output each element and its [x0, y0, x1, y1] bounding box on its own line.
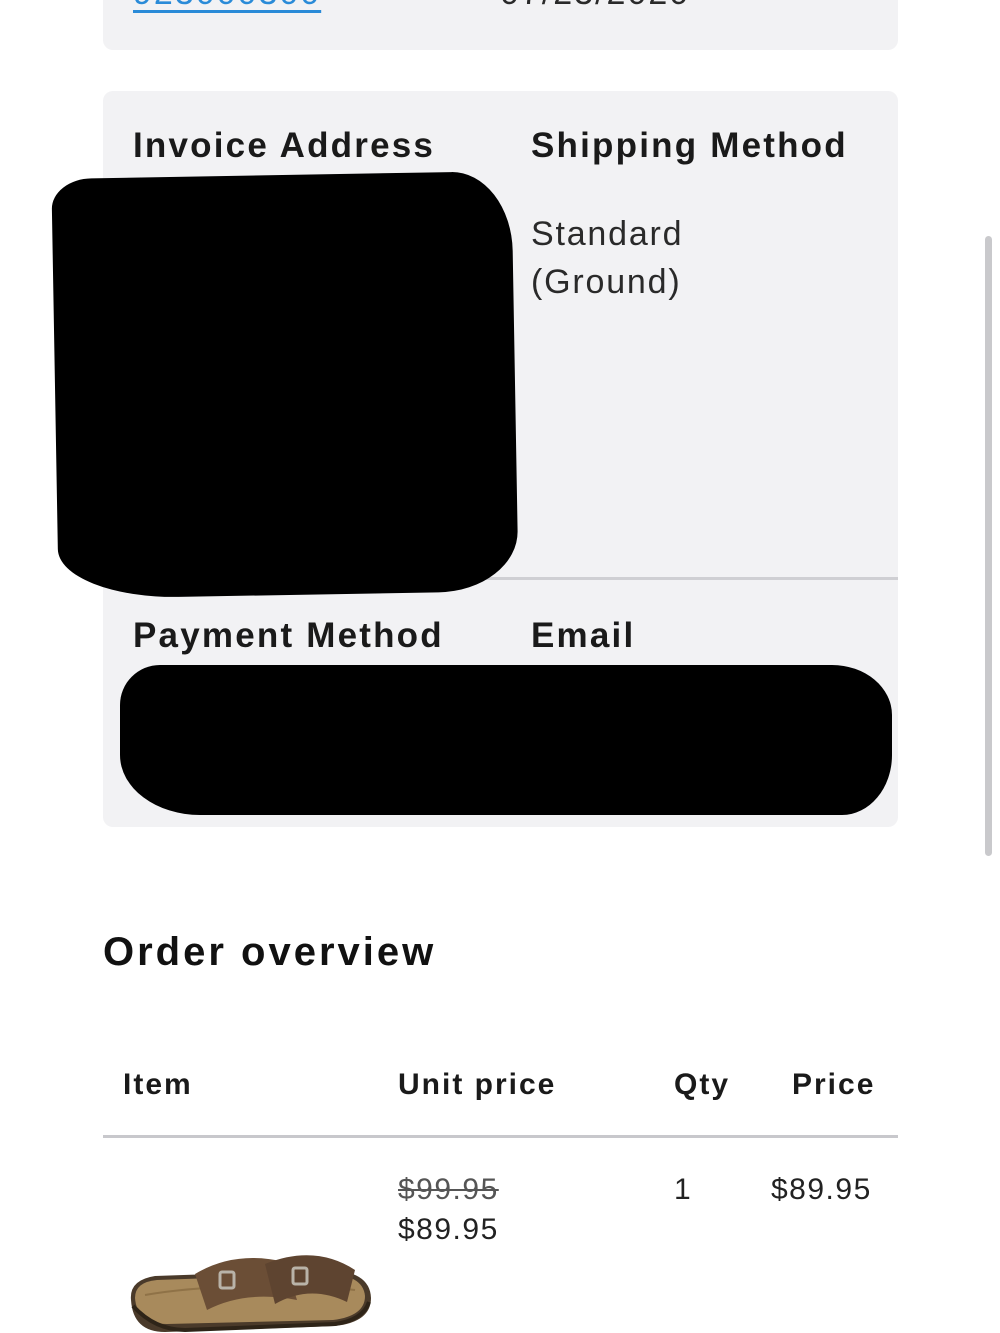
- sandal-image-icon[interactable]: [125, 1240, 375, 1333]
- item-price: $89.95: [771, 1173, 872, 1206]
- email-label: Email: [531, 616, 636, 655]
- column-header-price: Price: [792, 1068, 876, 1101]
- invoice-address-label: Invoice Address: [133, 126, 436, 165]
- shipping-method-line1: Standard: [531, 215, 684, 253]
- order-overview-title: Order overview: [103, 930, 437, 974]
- table-header-rule: [103, 1135, 898, 1138]
- order-confirmation-page: 923000300 07/23/2020 Invoice Address Shi…: [0, 0, 1000, 1333]
- original-unit-price: $99.95: [398, 1173, 499, 1206]
- payment-method-label: Payment Method: [133, 616, 444, 655]
- unit-price: $89.95: [398, 1213, 499, 1246]
- order-date: 07/23/2020: [500, 0, 690, 13]
- column-header-qty: Qty: [674, 1068, 731, 1101]
- column-header-unit-price: Unit price: [398, 1068, 557, 1101]
- item-qty: 1: [674, 1173, 693, 1206]
- address-redaction-fill: [80, 230, 490, 575]
- payment-email-redaction: [120, 665, 892, 815]
- order-number-link[interactable]: 923000300: [133, 0, 321, 13]
- column-header-item: Item: [123, 1068, 193, 1101]
- shipping-method-label: Shipping Method: [531, 126, 848, 165]
- page-scrollbar[interactable]: [985, 236, 992, 856]
- shipping-method-line2: (Ground): [531, 263, 682, 301]
